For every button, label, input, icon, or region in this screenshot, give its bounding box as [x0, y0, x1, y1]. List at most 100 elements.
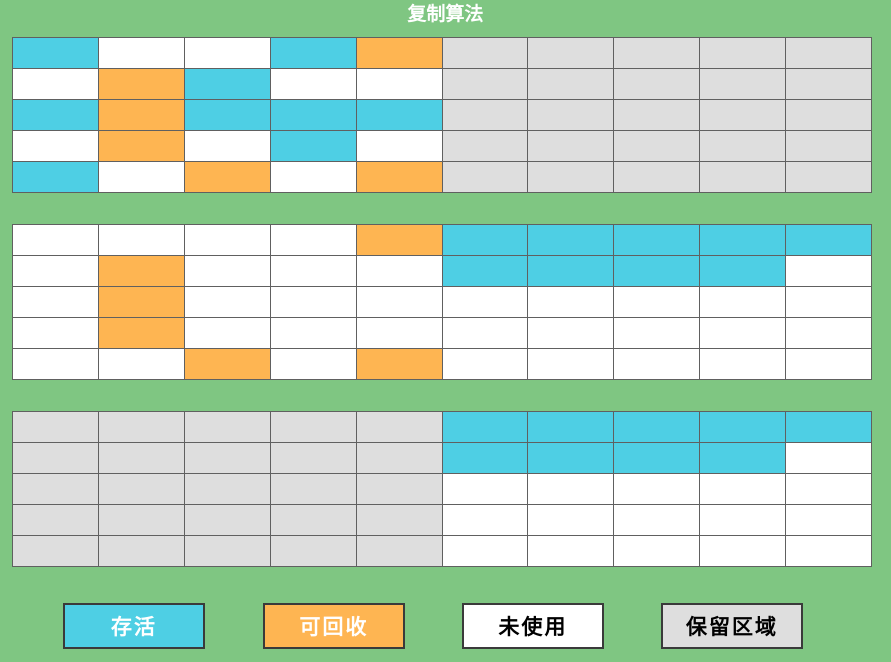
memory-cell-recyclable [98, 287, 184, 317]
memory-cell-unused [442, 505, 528, 535]
memory-cell-recyclable [356, 225, 442, 255]
memory-cell-unused [184, 318, 270, 348]
memory-cell-reserved [13, 536, 98, 566]
memory-cell-recyclable [184, 349, 270, 379]
memory-cell-unused [442, 287, 528, 317]
memory-cell-unused [700, 505, 786, 535]
memory-cell-reserved [614, 69, 700, 99]
memory-cell-reserved [614, 162, 700, 192]
memory-cell-recyclable [356, 162, 442, 192]
memory-cell-unused [356, 318, 442, 348]
memory-cell-unused [442, 474, 528, 504]
memory-cell-reserved [13, 474, 98, 504]
memory-cell-live [614, 256, 700, 286]
memory-cell-reserved [356, 443, 442, 473]
memory-cell-reserved [270, 505, 356, 535]
memory-cell-unused [786, 256, 871, 286]
memory-cell-unused [442, 536, 528, 566]
memory-cell-reserved [442, 69, 528, 99]
memory-cell-live [700, 412, 786, 442]
memory-cell-reserved [528, 38, 614, 68]
memory-cell-unused [98, 162, 184, 192]
memory-cell-unused [270, 162, 356, 192]
memory-cell-reserved [98, 536, 184, 566]
memory-cell-unused [528, 505, 614, 535]
memory-cell-unused [614, 505, 700, 535]
memory-cell-unused [528, 287, 614, 317]
memory-cell-unused [13, 225, 98, 255]
memory-cell-unused [270, 318, 356, 348]
memory-cell-reserved [442, 162, 528, 192]
memory-cell-unused [700, 287, 786, 317]
memory-cell-recyclable [356, 38, 442, 68]
memory-cell-unused [270, 69, 356, 99]
memory-cell-live [614, 443, 700, 473]
legend-reserved: 保留区域 [661, 603, 803, 649]
memory-cell-live [700, 225, 786, 255]
memory-cell-recyclable [98, 69, 184, 99]
memory-cell-live [786, 225, 871, 255]
memory-cell-live [528, 225, 614, 255]
memory-cell-recyclable [98, 131, 184, 161]
memory-cell-unused [270, 225, 356, 255]
memory-cell-unused [786, 536, 871, 566]
memory-cell-reserved [98, 412, 184, 442]
memory-cell-reserved [442, 100, 528, 130]
memory-cell-reserved [786, 38, 871, 68]
memory-cell-reserved [786, 162, 871, 192]
memory-cell-reserved [184, 536, 270, 566]
memory-cell-unused [786, 505, 871, 535]
memory-cell-live [356, 100, 442, 130]
memory-cell-unused [184, 131, 270, 161]
memory-cell-unused [614, 474, 700, 504]
memory-cell-unused [528, 349, 614, 379]
memory-cell-reserved [442, 38, 528, 68]
memory-cell-reserved [614, 131, 700, 161]
memory-cell-live [528, 443, 614, 473]
legend-live-label: 存活 [111, 615, 157, 639]
memory-cell-live [270, 131, 356, 161]
memory-cell-reserved [270, 536, 356, 566]
memory-cell-reserved [98, 505, 184, 535]
memory-cell-reserved [528, 131, 614, 161]
memory-cell-live [700, 256, 786, 286]
memory-cell-reserved [700, 69, 786, 99]
memory-cell-live [442, 412, 528, 442]
memory-cell-live [13, 162, 98, 192]
memory-cell-reserved [184, 474, 270, 504]
memory-cell-unused [614, 536, 700, 566]
legend-unused-label: 未使用 [498, 615, 568, 639]
memory-cell-unused [98, 349, 184, 379]
memory-cell-reserved [614, 38, 700, 68]
memory-cell-reserved [98, 474, 184, 504]
memory-cell-unused [270, 349, 356, 379]
memory-cell-reserved [356, 412, 442, 442]
memory-grid-during-copy [12, 224, 872, 380]
memory-cell-reserved [98, 443, 184, 473]
memory-cell-unused [270, 256, 356, 286]
memory-cell-unused [13, 349, 98, 379]
memory-cell-reserved [13, 505, 98, 535]
memory-cell-reserved [700, 162, 786, 192]
memory-cell-unused [98, 225, 184, 255]
memory-cell-live [442, 256, 528, 286]
memory-cell-reserved [528, 69, 614, 99]
memory-cell-reserved [13, 412, 98, 442]
memory-cell-unused [184, 38, 270, 68]
memory-cell-reserved [442, 131, 528, 161]
legend-live: 存活 [63, 603, 205, 649]
memory-cell-live [700, 443, 786, 473]
memory-cell-unused [786, 474, 871, 504]
memory-cell-unused [356, 256, 442, 286]
memory-cell-recyclable [98, 256, 184, 286]
memory-cell-reserved [700, 100, 786, 130]
memory-cell-unused [442, 318, 528, 348]
memory-cell-unused [614, 287, 700, 317]
memory-cell-reserved [270, 474, 356, 504]
memory-cell-live [270, 38, 356, 68]
memory-cell-unused [442, 349, 528, 379]
memory-cell-live [528, 256, 614, 286]
memory-cell-recyclable [184, 162, 270, 192]
memory-cell-reserved [786, 100, 871, 130]
memory-cell-live [528, 412, 614, 442]
